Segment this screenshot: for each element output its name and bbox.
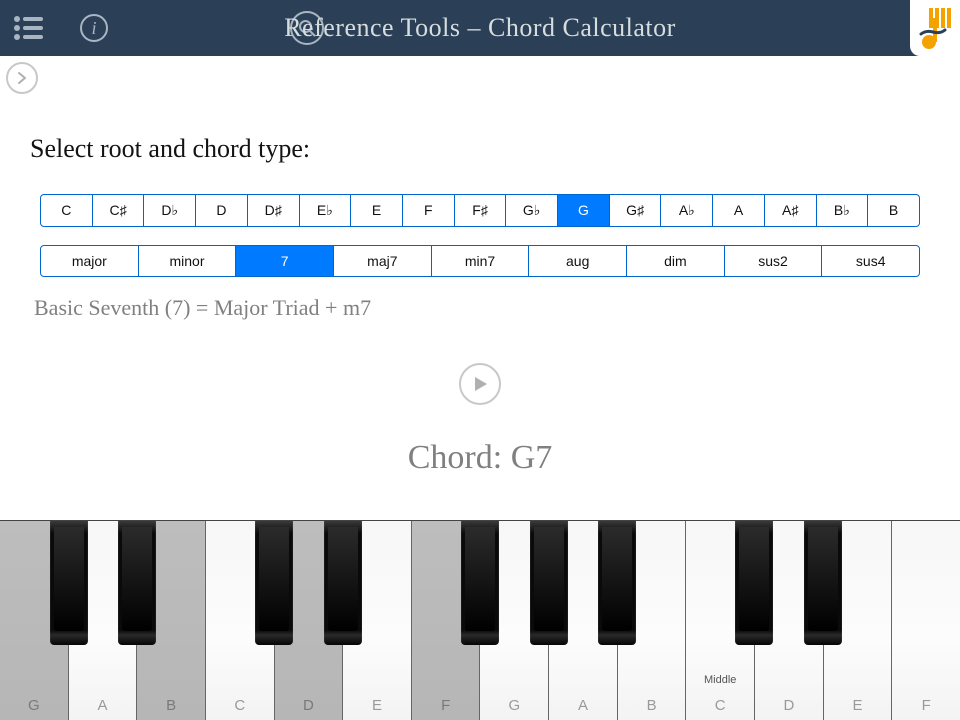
page-title: Reference Tools – Chord Calculator bbox=[284, 0, 676, 56]
root-option[interactable]: E♭ bbox=[299, 195, 351, 226]
root-option[interactable]: D♭ bbox=[143, 195, 195, 226]
black-key[interactable] bbox=[461, 521, 499, 645]
black-key[interactable] bbox=[598, 521, 636, 645]
chord-type-option[interactable]: maj7 bbox=[333, 246, 431, 276]
root-option[interactable]: D bbox=[195, 195, 247, 226]
black-key[interactable] bbox=[530, 521, 568, 645]
piano-keyboard[interactable]: G A B C D E F G A B C Middle D E F bbox=[0, 520, 960, 720]
play-wrapper bbox=[30, 363, 930, 405]
black-key[interactable] bbox=[255, 521, 293, 645]
root-option[interactable]: D♯ bbox=[247, 195, 299, 226]
root-option[interactable]: A♯ bbox=[764, 195, 816, 226]
root-option[interactable]: G♯ bbox=[609, 195, 661, 226]
chord-type-option[interactable]: sus2 bbox=[724, 246, 822, 276]
chord-type-option[interactable]: minor bbox=[138, 246, 236, 276]
root-option[interactable]: C♯ bbox=[92, 195, 144, 226]
chord-type-option[interactable]: 7 bbox=[235, 246, 333, 276]
root-option[interactable]: E bbox=[350, 195, 402, 226]
chord-type-option[interactable]: major bbox=[41, 246, 138, 276]
root-option[interactable]: G bbox=[557, 195, 609, 226]
key-label: F bbox=[922, 697, 931, 720]
key-label: B bbox=[647, 697, 657, 720]
root-option[interactable]: B♭ bbox=[816, 195, 868, 226]
key-label: G bbox=[508, 697, 520, 720]
key-label: E bbox=[372, 697, 382, 720]
root-option[interactable]: F bbox=[402, 195, 454, 226]
chord-type-option[interactable]: sus4 bbox=[821, 246, 919, 276]
key-label: C bbox=[234, 697, 245, 720]
key-label: E bbox=[853, 697, 863, 720]
black-key[interactable] bbox=[735, 521, 773, 645]
chord-type-option[interactable]: dim bbox=[626, 246, 724, 276]
key-label: A bbox=[578, 697, 588, 720]
black-key[interactable] bbox=[118, 521, 156, 645]
root-option[interactable]: A♭ bbox=[660, 195, 712, 226]
root-option[interactable]: G♭ bbox=[505, 195, 557, 226]
key-label: G bbox=[28, 697, 40, 720]
key-label: D bbox=[303, 697, 314, 720]
root-selector: CC♯D♭DD♯E♭EFF♯G♭GG♯A♭AA♯B♭B bbox=[40, 194, 920, 227]
info-icon[interactable]: i bbox=[76, 10, 112, 46]
brand-logo[interactable] bbox=[910, 0, 960, 56]
white-key[interactable]: F bbox=[892, 521, 960, 720]
menu-icon[interactable] bbox=[10, 10, 46, 46]
prompt-text: Select root and chord type: bbox=[30, 134, 930, 164]
expand-row bbox=[0, 56, 960, 94]
middle-c-label: Middle bbox=[704, 674, 736, 686]
key-label: B bbox=[166, 697, 176, 720]
chord-description: Basic Seventh (7) = Major Triad + m7 bbox=[34, 295, 930, 321]
key-label: A bbox=[97, 697, 107, 720]
chord-type-option[interactable]: min7 bbox=[431, 246, 529, 276]
root-option[interactable]: B bbox=[867, 195, 919, 226]
key-label: C bbox=[715, 697, 726, 720]
play-button[interactable] bbox=[459, 363, 501, 405]
chord-label: Chord: G7 bbox=[30, 439, 930, 477]
svg-text:i: i bbox=[91, 18, 96, 38]
chord-type-option[interactable]: aug bbox=[528, 246, 626, 276]
header-left-group: i bbox=[10, 10, 112, 46]
app-header: i Reference Tools – Chord Calculator bbox=[0, 0, 960, 56]
key-label: F bbox=[441, 697, 450, 720]
key-label: D bbox=[783, 697, 794, 720]
root-option[interactable]: F♯ bbox=[454, 195, 506, 226]
root-option[interactable]: A bbox=[712, 195, 764, 226]
main-content: Select root and chord type: CC♯D♭DD♯E♭EF… bbox=[0, 94, 960, 477]
black-key[interactable] bbox=[50, 521, 88, 645]
black-key[interactable] bbox=[324, 521, 362, 645]
root-option[interactable]: C bbox=[41, 195, 92, 226]
black-key[interactable] bbox=[804, 521, 842, 645]
chord-type-selector: majorminor7maj7min7augdimsus2sus4 bbox=[40, 245, 920, 277]
chevron-right-icon[interactable] bbox=[6, 62, 38, 94]
